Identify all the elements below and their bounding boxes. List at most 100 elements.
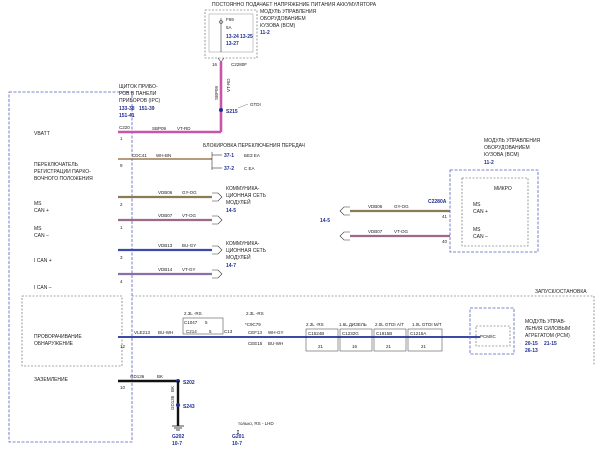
ms-can-plus-pin: 2: [120, 202, 123, 207]
fuse-name: F69: [226, 17, 234, 22]
park-label-1: БЕЗ ЕА: [244, 153, 260, 158]
top-module-subtitle-3: КУЗОВА (BCM): [260, 23, 296, 29]
ms-net-1: КОММУНИКА-: [226, 186, 260, 192]
ipc-ref-1: 133-38: [119, 106, 135, 112]
right-wire-2-pin: 40: [442, 239, 448, 244]
i-can-minus-pin: 4: [120, 279, 123, 284]
park-pin: 9: [120, 163, 123, 168]
top-pin: 16: [212, 62, 218, 67]
crank-wire-col1: BU-WH: [158, 330, 173, 335]
crank-eng-3: 2.3L -RS: [306, 322, 324, 327]
top-module-title: ПОСТОЯННО ПОДАЧАЕТ НАПРЯЖЕНИЕ ПИТАНИЯ АК…: [212, 2, 377, 8]
splice-s202-label: S202: [183, 380, 195, 386]
top-connector: C2280F: [231, 62, 247, 67]
right-wire-2-circuit: VDB07: [368, 229, 383, 234]
crank-sub-box: [21, 295, 123, 367]
crank-c1915: C1915B: [376, 331, 392, 336]
fuse-ref-3: 13-27: [226, 41, 239, 47]
pcm-ref-2: 21-15: [544, 341, 557, 347]
connector-c220: C220: [119, 125, 130, 130]
ms-can-plus-color: GY-OG: [182, 190, 197, 195]
pcm-ref-3: 26-13: [525, 348, 538, 354]
label-crank-1: ПРОВОРАЧИВАНИЕ: [34, 334, 82, 340]
top-connector-icon: [217, 57, 225, 63]
ground-g201: G201: [232, 434, 244, 440]
crank-c1524: C1524B: [308, 331, 324, 336]
vertical-wire-circuit: SBP09: [214, 85, 219, 100]
label-ground: ЗАЗЕМЛЕНИЕ: [34, 377, 69, 383]
i-can-minus-color: VT-GY: [182, 267, 196, 272]
crank-c214-pin: 5: [209, 329, 212, 334]
ground-g202-ref: 10-7: [172, 441, 182, 447]
splice-s215: [219, 108, 223, 112]
park-label-2: С ЕА: [244, 166, 255, 171]
crank-wire-c2: CEF13: [248, 330, 263, 335]
crank-c1215: C1215A: [410, 331, 426, 336]
bcm-micro: МИКРО: [494, 186, 512, 192]
crank-c1232: C1232G: [342, 331, 359, 336]
ms-can-minus-circuit: VDB07: [158, 213, 173, 218]
right-net-ref: 14-5: [320, 218, 330, 224]
ipc-ref-3: 151-41: [119, 113, 135, 119]
bcm-right-1: МОДУЛЬ УПРАВЛЕНИЯ: [484, 138, 541, 144]
crank-eng-2: 2.3L -RS: [246, 311, 264, 316]
park-ref-1: 37-1: [224, 153, 234, 159]
ground-g202-icon: [172, 425, 184, 431]
crank-wire-col2: WH-GY: [268, 330, 284, 335]
fuse-rating: 5A: [226, 25, 232, 30]
crank-c131: C13: [224, 329, 233, 334]
pcm-ref-1: 20-15: [525, 341, 538, 347]
i-can-plus-pin: 3: [120, 255, 123, 260]
splice-s243: [176, 403, 180, 407]
ground-g201-ref: 10-7: [232, 441, 242, 447]
label-crank-2: ОБНАРУЖЕНИЕ: [34, 341, 74, 347]
ipc-module-box: [8, 91, 133, 443]
crank-pin: 12: [120, 344, 126, 349]
ms-net-ref: 14-5: [226, 208, 236, 214]
crank-eng-6: 1.0L GTDI M/T: [412, 322, 442, 327]
label-ms-minus-1: MS: [34, 226, 42, 232]
crank-wire-col3: BU-WH: [268, 341, 283, 346]
bcm-right-ref: 11-2: [484, 160, 494, 166]
crank-c1215-pin: 21: [421, 344, 427, 349]
crank-wire-c3: CEE15: [248, 341, 263, 346]
label-ms-plus-2: CAN +: [34, 208, 49, 214]
label-ican-plus: I CAN +: [34, 258, 52, 264]
bcm-ms-plus-1: MS: [473, 202, 481, 208]
ipc-header-2: РОВ В ПАНЕЛИ: [119, 91, 157, 97]
crank-eng-1: 2.3L -RS: [184, 311, 202, 316]
ms-can-connector-icon: [212, 192, 223, 225]
ic-net-1: КОММУНИКА-: [226, 241, 260, 247]
crank-eng-4: 1.6L ДИЗЕЛЬ: [339, 322, 367, 327]
park-block-title: БЛОКИРОВКА ПЕРЕКЛЮЧЕНИЯ ПЕРЕДАЧ: [203, 143, 305, 149]
crank-c1047: C1047: [184, 320, 198, 325]
crank-eng-5: 2.0L GTDI А/Т: [375, 322, 404, 327]
wiring-diagram: ПОСТОЯННО ПОДАЧАЕТ НАПРЯЖЕНИЕ ПИТАНИЯ АК…: [8, 2, 595, 447]
right-wire-1-connector: C2280A: [428, 199, 447, 205]
right-wire-2-color: VT-OG: [394, 229, 409, 234]
bcm-right-3: КУЗОВА (BCM): [484, 152, 520, 158]
crank-c179: *C9C79: [245, 322, 261, 327]
vbatt-pin: 1: [120, 136, 123, 141]
ground-pin: 10: [120, 385, 126, 390]
ground-vcolor: BK: [170, 386, 175, 392]
splice-s243-label: S243: [183, 404, 195, 410]
bcm-right-outer-box: [449, 169, 539, 253]
crank-c1915-pin: 21: [386, 344, 392, 349]
bcm-ms-plus-2: CAN +: [473, 209, 488, 215]
label-ms-minus-2: CAN –: [34, 233, 49, 239]
ms-can-plus-circuit: VDB06: [158, 190, 173, 195]
start-stop-label: ЗАПУСК/ОСТАНОВКА: [535, 289, 587, 295]
label-ican-minus: I CAN –: [34, 285, 52, 291]
pcm-l3: АГРЕГАТОМ (PCM): [525, 333, 570, 339]
ms-net-3: МОДУЛЕЙ: [226, 198, 251, 206]
park-wire-color: WH-BN: [156, 153, 171, 158]
ic-net-ref: 14-7: [226, 263, 236, 269]
right-wire-1-circuit: VDB06: [368, 204, 383, 209]
label-park-3: ВОЧНОГО ПОЛОЖЕНИЯ: [34, 176, 93, 182]
pcm-l1: МОДУЛЬ УПРАВ-: [525, 319, 566, 325]
crank-c1047-pin: 5: [205, 320, 208, 325]
ms-net-2: ЦИОННАЯ СЕТЬ: [226, 193, 267, 199]
park-ref-2: 37-2: [224, 166, 234, 172]
ground-note: только, RS - LHD: [238, 421, 274, 426]
